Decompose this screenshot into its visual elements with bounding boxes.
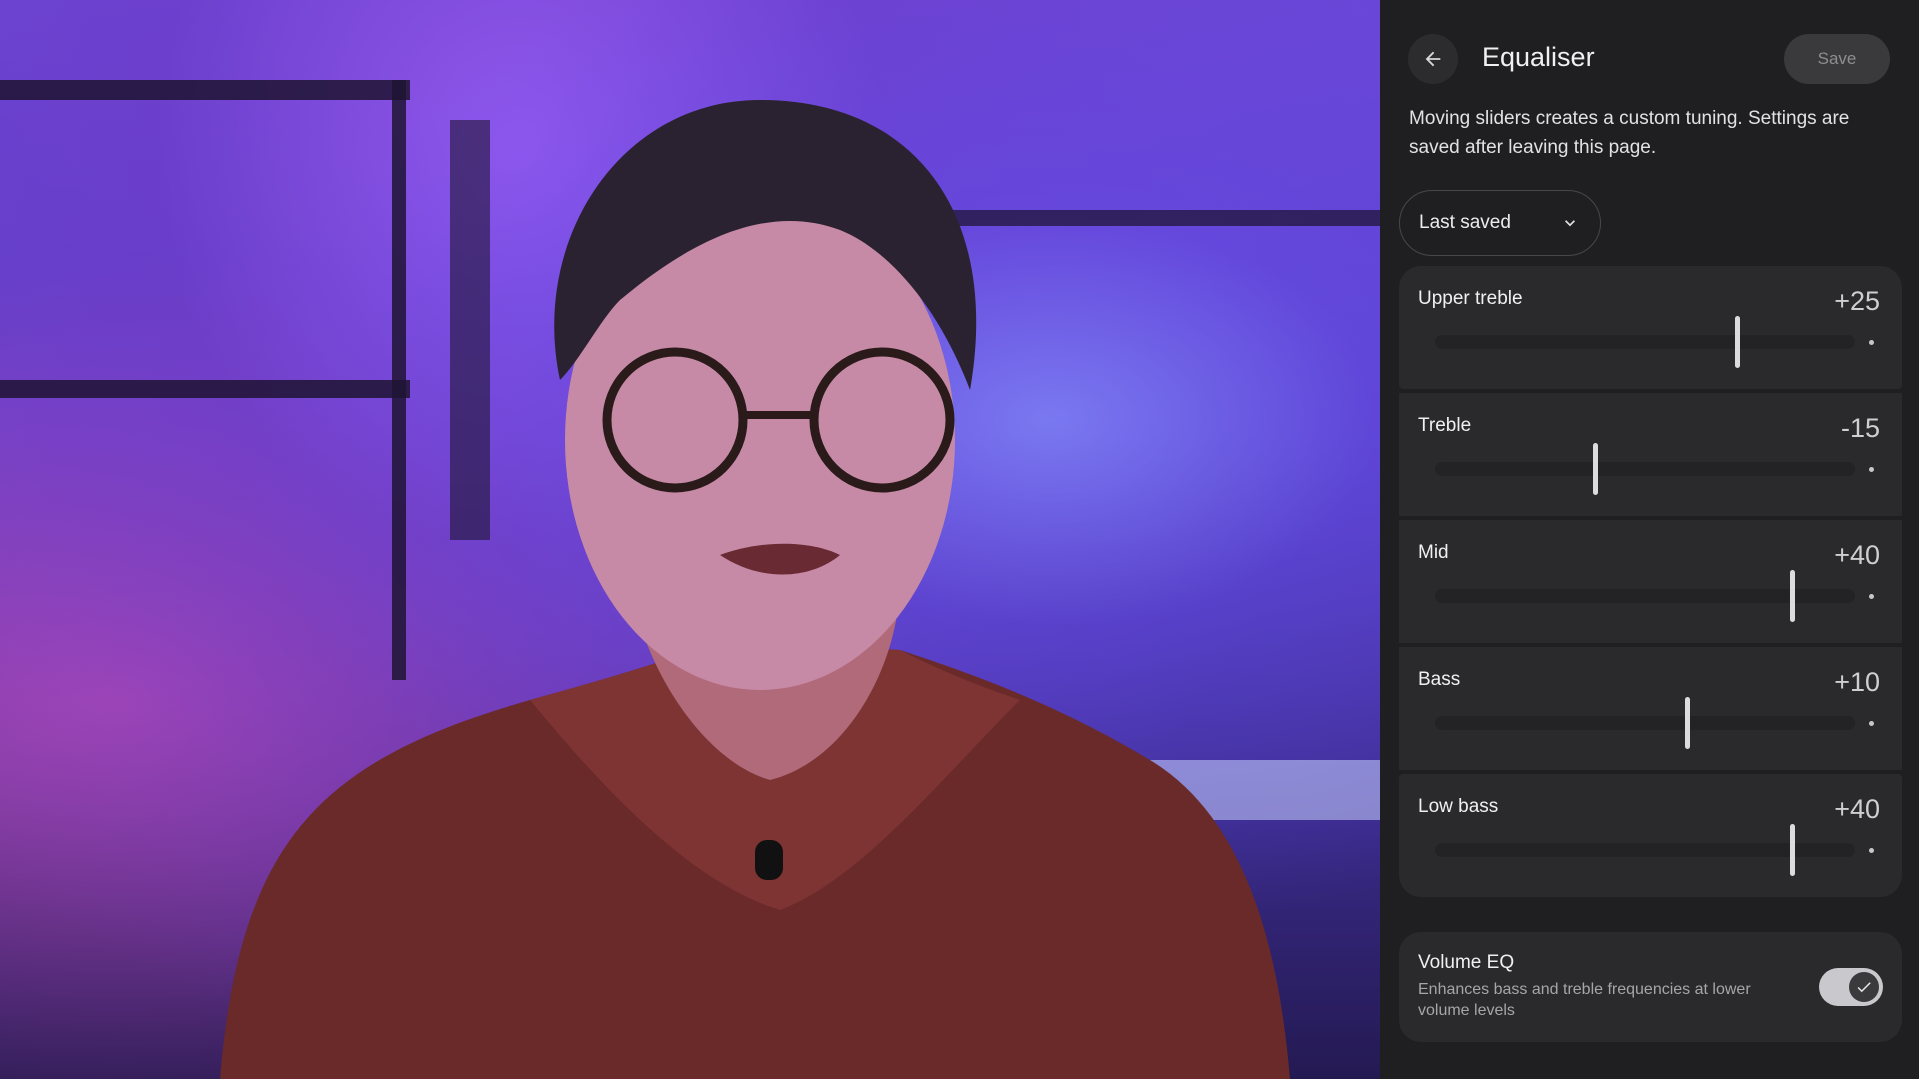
band-treble: Treble -15 [1399,393,1902,516]
header: Equaliser Save [1380,34,1919,84]
volume-eq-toggle[interactable] [1819,968,1883,1006]
equaliser-panel: Equaliser Save Moving sliders creates a … [1380,0,1919,1079]
arrow-left-icon [1425,51,1441,67]
slider-thumb[interactable] [1592,443,1598,495]
chevron-down-icon [1565,220,1575,227]
toggle-knob [1849,972,1879,1002]
band-value: +10 [1834,667,1880,697]
slider-thumb[interactable] [1735,316,1741,368]
band-value: +40 [1834,794,1880,824]
person-silhouette [220,100,1290,1079]
page-title: Equaliser [1482,42,1595,72]
slider-track[interactable] [1435,462,1855,476]
band-label: Upper treble [1418,288,1523,309]
band-label: Low bass [1418,796,1499,817]
check-icon [1857,982,1871,993]
band-mid: Mid +40 [1399,520,1902,643]
band-bass: Bass +10 [1399,647,1902,770]
slider-thumb[interactable] [1790,824,1795,876]
slider-thumb[interactable] [1790,570,1795,622]
slider-thumb[interactable] [1685,697,1690,749]
slider-end-dot [1869,721,1874,726]
slider-end-dot [1869,467,1874,472]
band-value: +25 [1834,286,1880,316]
volume-eq-card: Volume EQ Enhances bass and treble frequ… [1399,932,1902,1042]
band-value: +40 [1834,540,1880,570]
back-button[interactable] [1408,34,1458,84]
save-button[interactable]: Save [1784,34,1890,84]
description-text: Moving sliders creates a custom tuning. … [1409,108,1850,158]
volume-eq-description: Enhances bass and treble frequencies at … [1418,981,1751,1019]
band-label: Mid [1418,542,1449,563]
video-frame [0,0,1380,1079]
preset-dropdown[interactable]: Last saved [1399,190,1601,256]
eq-bands: Upper treble +25 Treble -15 Mid +40 Bass… [1399,266,1902,901]
slider-end-dot [1869,594,1874,599]
band-value: -15 [1840,413,1880,443]
volume-eq-title: Volume EQ [1418,952,1515,973]
band-label: Bass [1418,669,1461,690]
screen: Equaliser Save Moving sliders creates a … [0,0,1919,1079]
band-low-bass: Low bass +40 [1399,774,1902,897]
slider-end-dot [1869,340,1874,345]
band-upper-treble: Upper treble +25 [1399,266,1902,389]
slider-end-dot [1869,848,1874,853]
preset-selected-value: Last saved [1419,212,1511,233]
slider-track[interactable] [1435,716,1855,730]
band-label: Treble [1418,415,1472,436]
slider-track[interactable] [1435,335,1855,349]
